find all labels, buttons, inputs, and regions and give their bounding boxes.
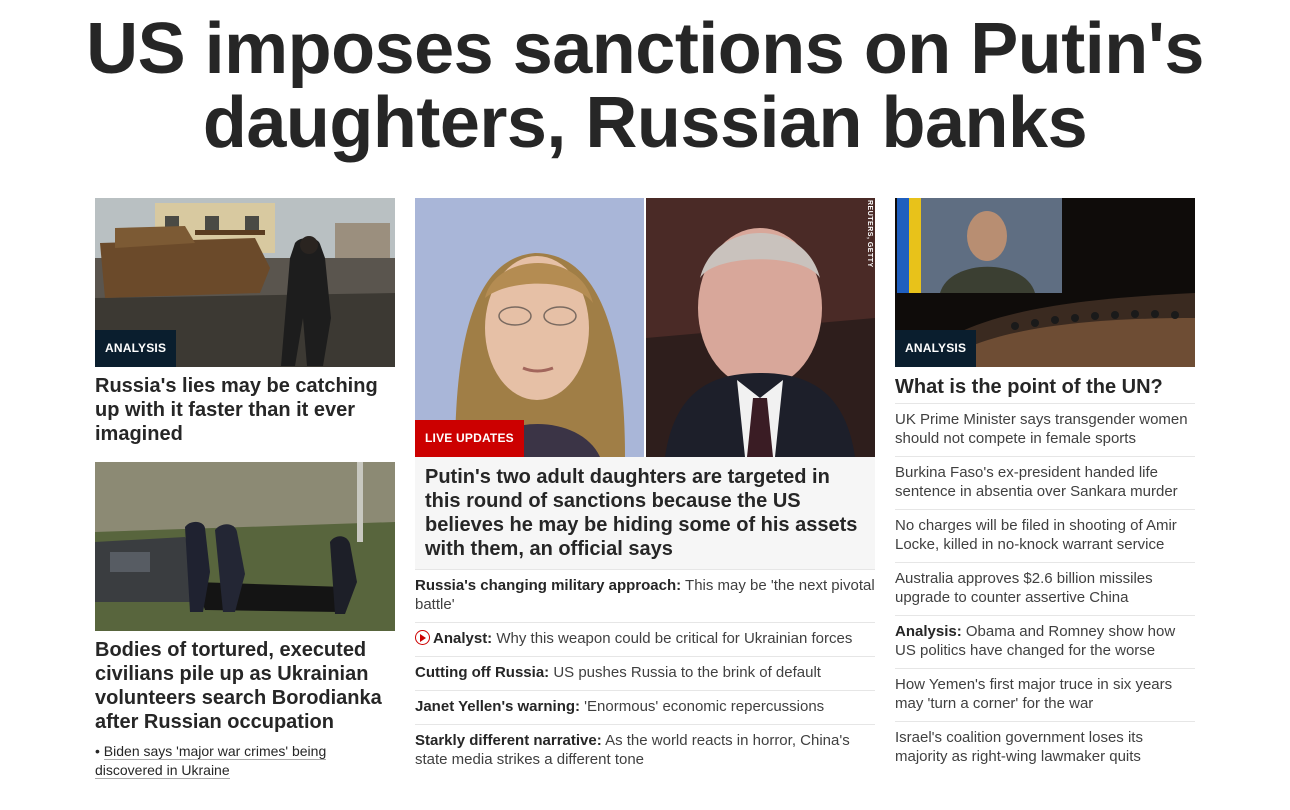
item-text: UK Prime Minister says transgender women… — [895, 411, 1188, 447]
item-lead: Starkly different narrative: — [415, 732, 602, 749]
item-text: Israel's coalition government loses its … — [895, 729, 1143, 765]
item-text: Why this weapon could be critical for Uk… — [492, 630, 853, 647]
photo-credit: REUTERS, GETTY — [866, 200, 873, 268]
item-lead: Analysis: — [895, 623, 962, 640]
item-lead: Janet Yellen's warning: — [415, 698, 581, 715]
middle-story-list: Russia's changing military approach: Thi… — [415, 569, 875, 777]
putin-daughter-image[interactable]: REUTERS, GETTY LIVE UPDATES — [415, 198, 875, 457]
list-item[interactable]: Israel's coalition government loses its … — [895, 722, 1195, 774]
item-text: Burkina Faso's ex-president handed life … — [895, 464, 1178, 500]
item-lead: Analyst: — [433, 630, 493, 647]
right-column: ANALYSIS What is the point of the UN? UK… — [895, 198, 1195, 774]
right-story-list: UK Prime Minister says transgender women… — [895, 403, 1195, 774]
list-item[interactable]: Australia approves $2.6 billion missiles… — [895, 563, 1195, 616]
left-column: ANALYSIS Russia's lies may be catching u… — [95, 198, 395, 780]
item-text: How Yemen's first major truce in six yea… — [895, 676, 1173, 712]
left-card2-title[interactable]: Bodies of tortured, executed civilians p… — [95, 638, 395, 734]
list-item[interactable]: Analyst: Why this weapon could be critic… — [415, 623, 875, 657]
main-headline[interactable]: US imposes sanctions on Putin's daughter… — [0, 12, 1290, 160]
middle-column: REUTERS, GETTY LIVE UPDATES Putin's two … — [415, 198, 875, 777]
related-link[interactable]: • Biden says 'major war crimes' being di… — [95, 742, 395, 780]
bullet: • — [95, 743, 100, 759]
main-story-title[interactable]: Putin's two adult daughters are targeted… — [415, 457, 875, 561]
right-card-title[interactable]: What is the point of the UN? — [895, 375, 1195, 399]
borodianka-image[interactable] — [95, 462, 395, 631]
analysis-badge: ANALYSIS — [95, 330, 177, 367]
left-card1-title[interactable]: Russia's lies may be catching up with it… — [95, 374, 395, 446]
list-item[interactable]: Analysis: Obama and Romney show how US p… — [895, 616, 1195, 669]
item-text: No charges will be filed in shooting of … — [895, 517, 1177, 553]
video-play-icon — [415, 630, 430, 645]
item-lead: Cutting off Russia: — [415, 664, 550, 681]
list-item[interactable]: Burkina Faso's ex-president handed life … — [895, 457, 1195, 510]
destroyed-tank-image[interactable]: ANALYSIS — [95, 198, 395, 367]
list-item[interactable]: Starkly different narrative: As the worl… — [415, 725, 875, 777]
list-item[interactable]: UK Prime Minister says transgender women… — [895, 404, 1195, 457]
list-item[interactable]: Russia's changing military approach: Thi… — [415, 570, 875, 623]
item-lead: Russia's changing military approach: — [415, 577, 682, 594]
un-security-council-image[interactable]: ANALYSIS — [895, 198, 1195, 367]
live-updates-badge[interactable]: LIVE UPDATES — [415, 420, 524, 457]
related-link-text[interactable]: Biden says 'major war crimes' being disc… — [95, 743, 327, 779]
list-item[interactable]: How Yemen's first major truce in six yea… — [895, 669, 1195, 722]
list-item[interactable]: Cutting off Russia: US pushes Russia to … — [415, 657, 875, 691]
analysis-badge: ANALYSIS — [895, 330, 977, 367]
list-item[interactable]: No charges will be filed in shooting of … — [895, 510, 1195, 563]
list-item[interactable]: Janet Yellen's warning: 'Enormous' econo… — [415, 691, 875, 725]
item-text: 'Enormous' economic repercussions — [580, 698, 825, 715]
item-text: Australia approves $2.6 billion missiles… — [895, 570, 1153, 606]
item-text: US pushes Russia to the brink of default — [549, 664, 821, 681]
